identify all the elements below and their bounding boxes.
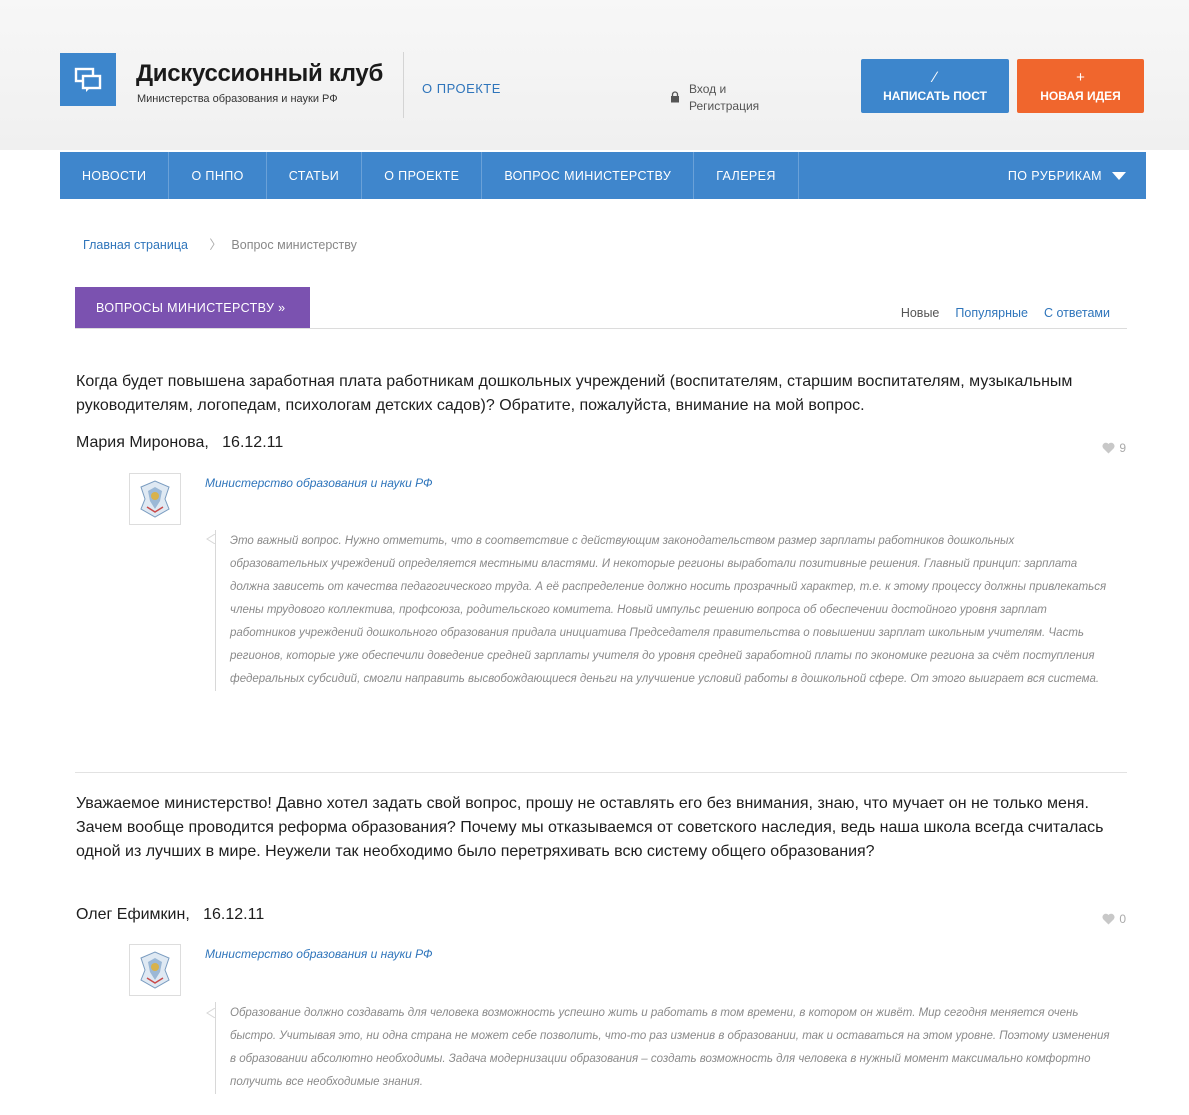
answer-text: Образование должно создавать для человек… <box>215 1002 1115 1094</box>
section-badge[interactable]: ВОПРОСЫ МИНИСТЕРСТВУ » <box>75 287 310 329</box>
answer-author[interactable]: Министерство образования и науки РФ <box>205 476 433 490</box>
author-name[interactable]: Олег Ефимкин, <box>76 906 190 923</box>
pencil-icon: ∕ <box>933 68 937 86</box>
question-text: Когда будет повышена заработная плата ра… <box>76 373 1073 414</box>
breadcrumb-home[interactable]: Главная страница <box>83 238 188 252</box>
about-project-link[interactable]: О ПРОЕКТЕ <box>422 81 501 96</box>
new-idea-label: НОВАЯ ИДЕЯ <box>1040 88 1121 103</box>
question-separator <box>75 772 1127 773</box>
coat-of-arms-icon <box>140 951 170 989</box>
rubrics-label: ПО РУБРИКАМ <box>1007 168 1102 183</box>
login-label: Вход и <box>689 82 727 96</box>
tab-new[interactable]: Новые <box>901 306 940 320</box>
like-counter[interactable]: 9 <box>1102 441 1126 455</box>
author-name[interactable]: Мария Миронова, <box>76 434 209 451</box>
site-subtitle: Министерства образования и науки РФ <box>137 93 338 105</box>
nav-item-gallery[interactable]: ГАЛЕРЕЯ <box>694 152 799 199</box>
new-idea-button[interactable]: + НОВАЯ ИДЕЯ <box>1017 59 1144 113</box>
question-author: Олег Ефимкин, 16.12.11 <box>76 906 264 924</box>
breadcrumb-separator: 〉 <box>209 238 222 252</box>
write-post-button[interactable]: ∕ НАПИСАТЬ ПОСТ <box>861 59 1009 113</box>
tab-answered[interactable]: С ответами <box>1044 306 1110 320</box>
chat-bubbles-icon <box>74 67 102 92</box>
ministry-avatar <box>129 944 181 996</box>
nav-item-articles[interactable]: СТАТЬИ <box>267 152 363 199</box>
heart-icon <box>1102 913 1115 925</box>
coat-of-arms-icon <box>140 480 170 518</box>
chevron-down-icon <box>1112 171 1126 180</box>
tab-popular[interactable]: Популярные <box>955 306 1028 320</box>
nav-item-pnpo[interactable]: О ПНПО <box>169 152 267 199</box>
register-label: Регистрация <box>689 99 760 113</box>
header-divider <box>403 52 404 118</box>
login-link[interactable]: Вход и Регистрация <box>670 81 789 115</box>
nav-item-question-ministry[interactable]: ВОПРОС МИНИСТЕРСТВУ <box>482 152 695 199</box>
answer-author[interactable]: Министерство образования и науки РФ <box>205 947 433 961</box>
question-author: Мария Миронова, 16.12.11 <box>76 434 283 452</box>
tabs-divider <box>75 328 1127 329</box>
nav-item-about[interactable]: О ПРОЕКТЕ <box>362 152 483 199</box>
answer-text: Это важный вопрос. Нужно отметить, что в… <box>215 530 1115 691</box>
main-nav: НОВОСТИ О ПНПО СТАТЬИ О ПРОЕКТЕ ВОПРОС М… <box>60 152 1146 199</box>
breadcrumb: Главная страница 〉 Вопрос министерству <box>83 234 357 253</box>
login-text: Вход и Регистрация <box>689 81 789 115</box>
write-post-label: НАПИСАТЬ ПОСТ <box>883 88 987 103</box>
like-count: 0 <box>1119 912 1126 926</box>
rubrics-dropdown[interactable]: ПО РУБРИКАМ <box>1008 152 1146 199</box>
like-counter[interactable]: 0 <box>1102 912 1126 926</box>
heart-icon <box>1102 442 1115 454</box>
nav-item-news[interactable]: НОВОСТИ <box>60 152 170 199</box>
like-count: 9 <box>1119 441 1126 455</box>
plus-icon: + <box>1076 68 1085 86</box>
ministry-avatar <box>129 473 181 525</box>
quote-notch <box>206 534 215 544</box>
question-text: Уважаемое министерство! Давно хотел зада… <box>76 795 1104 860</box>
quote-notch <box>206 1008 215 1018</box>
site-logo[interactable] <box>60 53 116 106</box>
question-date: 16.12.11 <box>203 906 265 923</box>
lock-icon <box>671 91 679 103</box>
sort-tabs: Новые Популярные С ответами <box>885 306 1110 320</box>
breadcrumb-current: Вопрос министерству <box>231 238 357 252</box>
site-title[interactable]: Дискуссионный клуб <box>136 60 383 88</box>
question-date: 16.12.11 <box>222 434 284 451</box>
